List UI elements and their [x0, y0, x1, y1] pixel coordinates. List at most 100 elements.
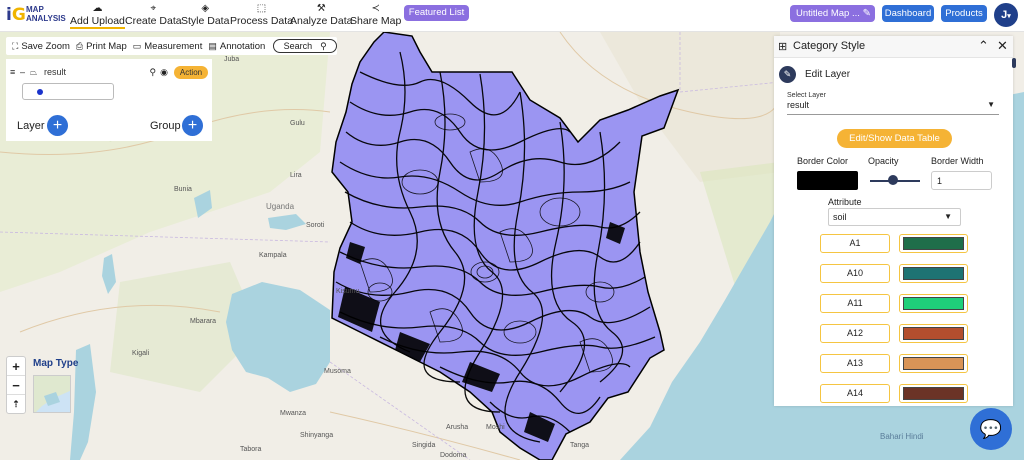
- search-button[interactable]: Search ⚲: [273, 39, 337, 53]
- category-color-swatch: [903, 357, 964, 370]
- edit-layer-title: Edit Layer: [805, 69, 851, 80]
- category-color-swatch: [903, 237, 964, 250]
- caret-down-icon: ▼: [944, 212, 952, 221]
- nav-style-data[interactable]: ◈ Style Data: [181, 3, 229, 29]
- map-toolbar: ⛶ Save Zoom ⎙ Print Map ▭ Measurement ▤ Anno…: [6, 37, 337, 55]
- category-row: A1: [820, 234, 970, 253]
- category-label: A12: [820, 324, 890, 343]
- nav-add-upload[interactable]: ☁ Add Upload: [70, 3, 125, 29]
- category-label: A1: [820, 234, 890, 253]
- zoom-to-layer-icon[interactable]: ⚲: [150, 67, 157, 78]
- place-label: Tanga: [570, 442, 590, 449]
- group-label: Group: [150, 120, 181, 132]
- logo-bottom-text: ANALYSIS: [26, 14, 66, 23]
- pin-icon: ⌖: [150, 3, 157, 14]
- category-color-picker[interactable]: [899, 354, 968, 373]
- chat-support-button[interactable]: 💬: [970, 408, 1012, 450]
- map-type-label: Map Type: [33, 358, 79, 369]
- featured-list-button[interactable]: Featured List: [404, 5, 469, 21]
- edit-data-table-button[interactable]: Edit/Show Data Table: [837, 129, 952, 148]
- category-row: A10: [820, 264, 970, 283]
- logo-text: MAP ANALYSIS: [26, 5, 66, 23]
- zoom-in-button[interactable]: +: [7, 357, 25, 376]
- nav-process-data-label: Process Data: [230, 15, 294, 27]
- app-logo[interactable]: iG MAP ANALYSIS: [6, 3, 66, 27]
- close-icon[interactable]: ✕: [997, 38, 1008, 54]
- zoom-out-button[interactable]: −: [7, 376, 25, 395]
- annotation-button[interactable]: ▤ Annotation: [208, 41, 265, 52]
- drag-handle-icon[interactable]: ≡: [10, 67, 20, 77]
- cloud-upload-icon: ☁: [92, 3, 103, 14]
- nav-analyze-data-label: Analyze Data: [290, 15, 353, 27]
- category-style-panel: ⊞ Category Style ⌃ ✕ ✎ Edit Layer Select…: [774, 36, 1013, 406]
- panel-header: ⊞ Category Style ⌃ ✕: [774, 36, 1013, 58]
- layer-action-button[interactable]: Action: [174, 65, 208, 79]
- place-label: Arusha: [446, 424, 469, 431]
- attribute-dropdown[interactable]: soil ▼: [828, 208, 961, 226]
- select-layer-dropdown[interactable]: Select Layer result ▼: [787, 92, 999, 115]
- products-button[interactable]: Products: [941, 5, 987, 22]
- place-label: Mbarara: [190, 318, 217, 325]
- place-label: Dodoma: [440, 452, 467, 459]
- layer-name: result: [44, 67, 67, 77]
- category-label: A11: [820, 294, 890, 313]
- printer-icon: ⎙: [75, 40, 84, 51]
- place-label: Kampala: [259, 252, 287, 259]
- category-row: A14: [820, 384, 970, 403]
- annotation-label: Annotation: [219, 40, 266, 52]
- add-group-button[interactable]: +: [182, 115, 203, 136]
- place-label: Bunia: [174, 186, 192, 193]
- category-color-swatch: [903, 297, 964, 310]
- dashboard-button[interactable]: Dashboard: [882, 5, 934, 22]
- opacity-slider-handle[interactable]: [887, 175, 898, 185]
- add-layer-button[interactable]: +: [47, 115, 68, 136]
- print-map-label: Print Map: [86, 40, 127, 52]
- place-label: Kisumu: [336, 288, 360, 295]
- map-type-thumbnail[interactable]: [33, 375, 71, 413]
- vector-icon: ⬚: [256, 3, 267, 14]
- category-color-picker[interactable]: [899, 234, 968, 253]
- ruler-icon: ▭: [132, 40, 142, 51]
- print-map-button[interactable]: ⎙ Print Map: [76, 41, 127, 52]
- save-zoom-button[interactable]: ⛶ Save Zoom: [12, 41, 70, 52]
- save-zoom-label: Save Zoom: [21, 40, 70, 52]
- layer-group-controls: Layer + Group +: [6, 115, 212, 137]
- select-layer-caption: Select Layer: [787, 92, 826, 99]
- category-label: A13: [820, 354, 890, 373]
- place-label: Bahari Hindi: [880, 432, 924, 441]
- place-label: Lira: [290, 172, 302, 179]
- category-row: A12: [820, 324, 970, 343]
- category-color-picker[interactable]: [899, 384, 968, 403]
- nav-process-data[interactable]: ⬚ Process Data: [230, 3, 293, 29]
- category-color-swatch: [903, 327, 964, 340]
- zoom-control: + − ⇡: [6, 356, 26, 414]
- analyze-icon: ⚒: [316, 3, 326, 14]
- pencil-icon: ✎: [779, 66, 796, 83]
- nav-analyze-data[interactable]: ⚒ Analyze Data: [290, 3, 352, 29]
- compass-icon[interactable]: ⇡: [7, 395, 25, 414]
- legend-swatch: [37, 89, 43, 95]
- collapse-icon[interactable]: –: [20, 67, 30, 77]
- border-color-label: Border Color: [797, 156, 849, 166]
- border-width-input[interactable]: 1: [931, 171, 992, 190]
- category-color-picker[interactable]: [899, 324, 968, 343]
- category-color-picker[interactable]: [899, 294, 968, 313]
- visibility-eye-icon[interactable]: ◉: [160, 67, 168, 78]
- panel-scrollbar[interactable]: [1012, 58, 1016, 68]
- chevron-up-icon[interactable]: ⌃: [978, 38, 989, 54]
- category-color-picker[interactable]: [899, 264, 968, 283]
- layer-row[interactable]: ≡ – ⏢ result ⚲ ◉ Action: [10, 65, 208, 79]
- category-row: A11: [820, 294, 970, 313]
- nav-share-map[interactable]: ≺ Share Map: [350, 3, 401, 29]
- measurement-button[interactable]: ▭ Measurement: [133, 41, 203, 52]
- user-avatar[interactable]: J▾: [994, 3, 1018, 27]
- category-label: A14: [820, 384, 890, 403]
- layer-legend: [22, 83, 114, 100]
- place-label: Shinyanga: [300, 432, 334, 439]
- category-color-swatch: [903, 267, 964, 280]
- map-title-button[interactable]: Untitled Map ... ✎: [790, 5, 875, 22]
- place-label: Musoma: [324, 368, 351, 375]
- search-icon: ⚲: [320, 40, 327, 51]
- border-color-picker[interactable]: [797, 171, 858, 190]
- nav-create-data[interactable]: ⌖ Create Data: [125, 3, 182, 29]
